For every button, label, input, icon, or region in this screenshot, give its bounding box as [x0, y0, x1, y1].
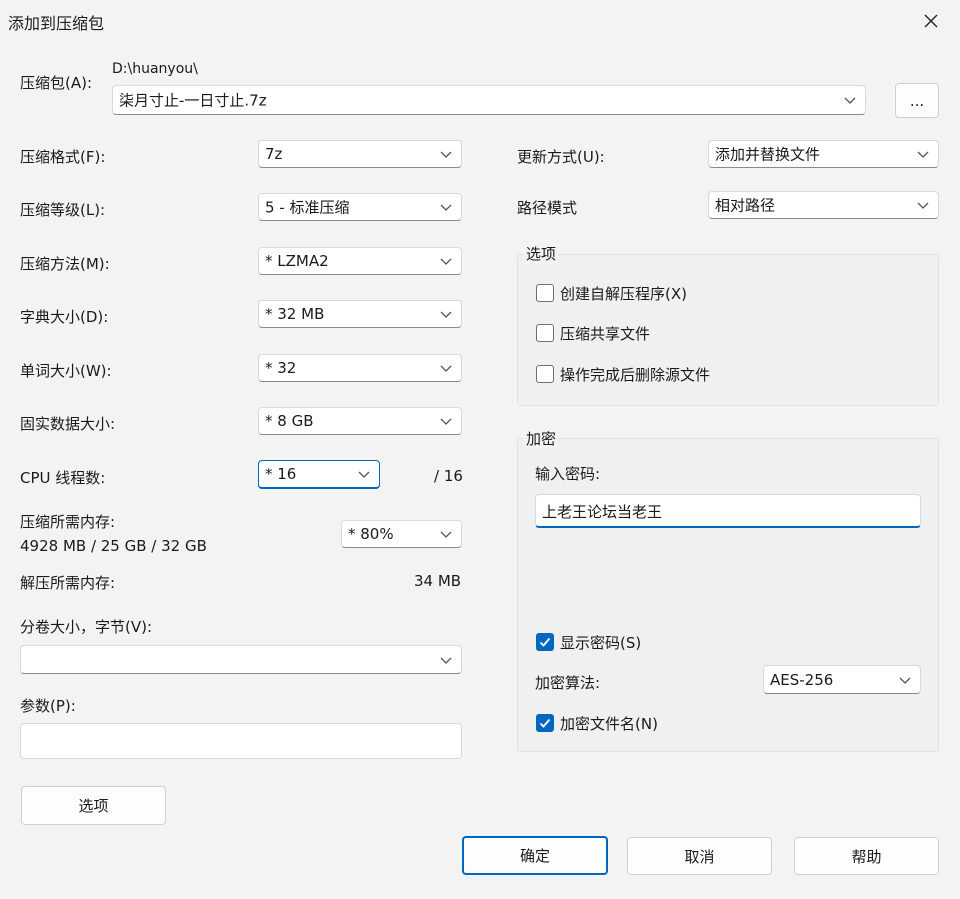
checkbox-shared[interactable] [536, 324, 554, 342]
chevron-down-icon [844, 97, 856, 104]
threads-label: CPU 线程数: [20, 469, 106, 487]
method-label: 压缩方法(M): [20, 255, 110, 273]
update-combo[interactable]: 添加并替换文件 [708, 140, 939, 168]
ok-button[interactable]: 确定 [462, 836, 608, 875]
level-label: 压缩等级(L): [20, 201, 106, 219]
checkmark-icon [539, 637, 551, 647]
checkbox-encrypt-names[interactable] [536, 714, 554, 732]
word-label: 单词大小(W): [20, 362, 112, 380]
solid-combo[interactable]: * 8 GB [258, 407, 462, 435]
mem-compress-label: 压缩所需内存: [20, 513, 116, 531]
close-icon [924, 14, 938, 28]
threads-max: / 16 [434, 467, 463, 485]
algo-label: 加密算法: [535, 674, 601, 692]
chevron-down-icon [440, 418, 452, 425]
format-combo[interactable]: 7z [258, 140, 462, 168]
checkmark-icon [539, 718, 551, 728]
password-value: 上老王论坛当老王 [542, 503, 663, 521]
show-password-label[interactable]: 显示密码(S) [560, 632, 641, 653]
chevron-down-icon [440, 365, 452, 372]
encryption-group-title: 加密 [524, 428, 559, 449]
chevron-down-icon [440, 657, 452, 664]
options-group-title: 选项 [524, 243, 559, 264]
method-combo[interactable]: * LZMA2 [258, 247, 462, 275]
method-value: * LZMA2 [265, 252, 329, 270]
algo-combo[interactable]: AES-256 [763, 665, 921, 694]
volume-label: 分卷大小，字节(V): [20, 618, 153, 636]
path-mode-value: 相对路径 [715, 196, 776, 215]
path-mode-combo[interactable]: 相对路径 [708, 191, 939, 219]
checkbox-delete-source[interactable] [536, 365, 554, 383]
archive-label: 压缩包(A): [20, 74, 93, 92]
algo-value: AES-256 [770, 670, 834, 689]
volume-combo[interactable] [20, 645, 462, 674]
word-value: * 32 [265, 359, 297, 377]
dict-value: * 32 MB [265, 305, 325, 323]
close-button[interactable] [914, 6, 948, 36]
chevron-down-icon [917, 202, 929, 209]
checkbox-delete-source-label[interactable]: 操作完成后删除源文件 [560, 364, 710, 385]
password-input[interactable]: 上老王论坛当老王 [535, 494, 921, 528]
options-button[interactable]: 选项 [21, 786, 166, 825]
threads-value: * 16 [265, 465, 297, 483]
archive-name-value: 柒月寸止-一日寸止.7z [119, 91, 267, 110]
checkbox-sfx-label[interactable]: 创建自解压程序(X) [560, 283, 687, 304]
level-combo[interactable]: 5 - 标准压缩 [258, 193, 462, 221]
chevron-down-icon [440, 258, 452, 265]
encryption-group [517, 438, 939, 752]
mem-decompress-value: 34 MB [414, 572, 462, 590]
threads-combo[interactable]: * 16 [258, 460, 380, 489]
archive-path: D:\huanyou\ [112, 61, 198, 77]
chevron-down-icon [440, 151, 452, 158]
browse-button[interactable]: ... [895, 83, 939, 118]
mem-compress-value: * 80% [348, 525, 394, 543]
encrypt-names-label[interactable]: 加密文件名(N) [560, 713, 658, 734]
solid-label: 固实数据大小: [20, 415, 116, 433]
update-value: 添加并替换文件 [715, 145, 821, 164]
params-label: 参数(P): [20, 697, 76, 715]
mem-decompress-label: 解压所需内存: [20, 574, 116, 592]
archive-name-combo[interactable]: 柒月寸止-一日寸止.7z [112, 85, 866, 115]
word-combo[interactable]: * 32 [258, 354, 462, 382]
chevron-down-icon [917, 151, 929, 158]
chevron-down-icon [440, 311, 452, 318]
update-label: 更新方式(U): [517, 148, 605, 166]
format-value: 7z [265, 145, 283, 163]
level-value: 5 - 标准压缩 [265, 198, 350, 217]
checkbox-shared-label[interactable]: 压缩共享文件 [560, 323, 650, 344]
checkbox-sfx[interactable] [536, 284, 554, 302]
chevron-down-icon [440, 531, 452, 538]
dict-combo[interactable]: * 32 MB [258, 300, 462, 328]
chevron-down-icon [358, 471, 370, 478]
params-input[interactable] [20, 723, 462, 759]
dict-label: 字典大小(D): [20, 308, 109, 326]
password-label: 输入密码: [535, 465, 601, 483]
checkbox-show-password[interactable] [536, 633, 554, 651]
cancel-button[interactable]: 取消 [627, 837, 772, 875]
help-button[interactable]: 帮助 [794, 837, 939, 875]
window-title: 添加到压缩包 [8, 14, 105, 33]
mem-compress-combo[interactable]: * 80% [341, 520, 462, 548]
chevron-down-icon [440, 204, 452, 211]
path-mode-label: 路径模式 [517, 199, 578, 217]
title-bar: 添加到压缩包 [0, 0, 960, 42]
format-label: 压缩格式(F): [20, 148, 106, 166]
mem-compress-detail: 4928 MB / 25 GB / 32 GB [20, 537, 207, 555]
solid-value: * 8 GB [265, 412, 314, 430]
chevron-down-icon [899, 677, 911, 684]
